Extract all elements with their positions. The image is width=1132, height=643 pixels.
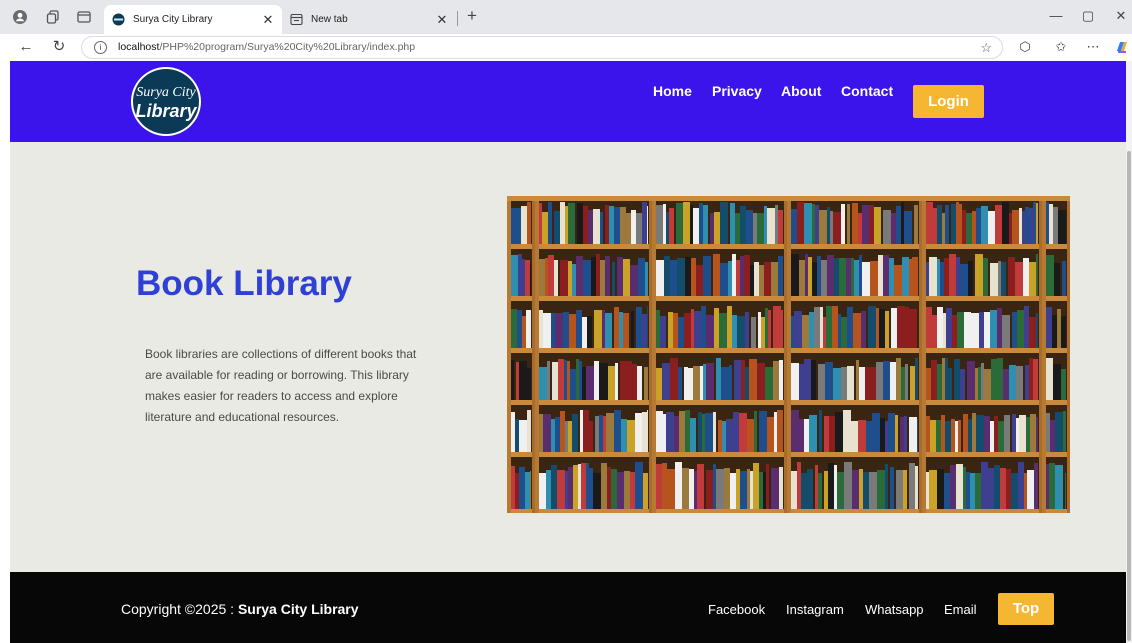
url-path: /PHP%20program/Surya%20City%20Library/in… <box>159 41 416 53</box>
footer-link-instagram[interactable]: Instagram <box>786 602 844 617</box>
site-info-icon[interactable]: i <box>94 41 107 54</box>
minimize-icon[interactable]: — <box>1046 8 1066 23</box>
nav-about[interactable]: About <box>781 83 821 99</box>
page-scrollbar[interactable] <box>1126 61 1132 643</box>
footer-link-facebook[interactable]: Facebook <box>708 602 765 617</box>
close-tab-icon[interactable]: ✕ <box>434 12 450 28</box>
nav-privacy[interactable]: Privacy <box>712 83 762 99</box>
back-arrow-icon[interactable]: ← <box>17 38 35 56</box>
profile-icon[interactable] <box>12 9 28 25</box>
hero-description: Book libraries are collections of differ… <box>145 347 417 424</box>
tab-title: New tab <box>311 14 348 25</box>
tab-surya-city-library[interactable]: Surya City Library ✕ <box>104 5 282 34</box>
more-menu-icon[interactable]: ⋯ <box>1085 39 1101 55</box>
address-bar[interactable]: i localhost/PHP%20program/Surya%20City%2… <box>81 36 1003 59</box>
browser-tabstrip: Surya City Library ✕ New tab ✕ + — ▢ ✕ <box>0 0 1132 34</box>
library-bookshelves-image <box>507 196 1070 514</box>
favorite-star-icon[interactable]: ☆ <box>980 37 992 58</box>
copilot-icon[interactable] <box>1114 39 1130 55</box>
scrollbar-thumb[interactable] <box>1127 151 1131 641</box>
site-footer: Copyright ©2025 : Surya City Library Fac… <box>10 572 1126 643</box>
logo-line1: Surya City <box>136 85 196 100</box>
url-host: localhost <box>118 41 160 53</box>
nav-contact[interactable]: Contact <box>841 83 893 99</box>
scroll-top-button[interactable]: Top <box>998 593 1054 625</box>
new-tab-plus-icon[interactable]: + <box>462 5 482 27</box>
refresh-icon[interactable]: ↻ <box>50 38 68 56</box>
copyright-name: Surya City Library <box>237 601 359 617</box>
site-header: Surya City Library Home Privacy About Co… <box>10 61 1126 142</box>
footer-link-whatsapp[interactable]: Whatsapp <box>865 602 924 617</box>
close-tab-icon[interactable]: ✕ <box>260 12 276 28</box>
tab-separator <box>457 11 458 26</box>
close-window-icon[interactable]: ✕ <box>1111 8 1131 24</box>
footer-copyright: Copyright ©2025 : Surya City Library <box>121 601 359 617</box>
hero-title: Book Library <box>136 264 352 303</box>
login-button[interactable]: Login <box>913 85 984 118</box>
new-tab-icon <box>290 13 303 26</box>
site-logo[interactable]: Surya City Library <box>131 67 201 136</box>
copyright-prefix: Copyright ©2025 : <box>121 601 238 617</box>
nav-home[interactable]: Home <box>653 83 692 99</box>
site-favicon-icon <box>112 13 125 26</box>
tab-new-tab[interactable]: New tab ✕ <box>282 5 456 34</box>
logo-line2: Library <box>135 101 197 121</box>
workspaces-icon[interactable] <box>45 9 61 25</box>
favorites-icon[interactable]: ✩ <box>1053 39 1069 55</box>
extensions-icon[interactable]: ⬡ <box>1017 39 1033 55</box>
browser-toolbar: ← ↻ i localhost/PHP%20program/Surya%20Ci… <box>0 34 1132 61</box>
footer-link-email[interactable]: Email <box>944 602 977 617</box>
page-viewport: Surya City Library Home Privacy About Co… <box>10 61 1126 643</box>
tab-title: Surya City Library <box>133 14 213 25</box>
restore-icon[interactable]: ▢ <box>1078 8 1098 24</box>
vertical-tabs-icon[interactable] <box>76 9 92 25</box>
